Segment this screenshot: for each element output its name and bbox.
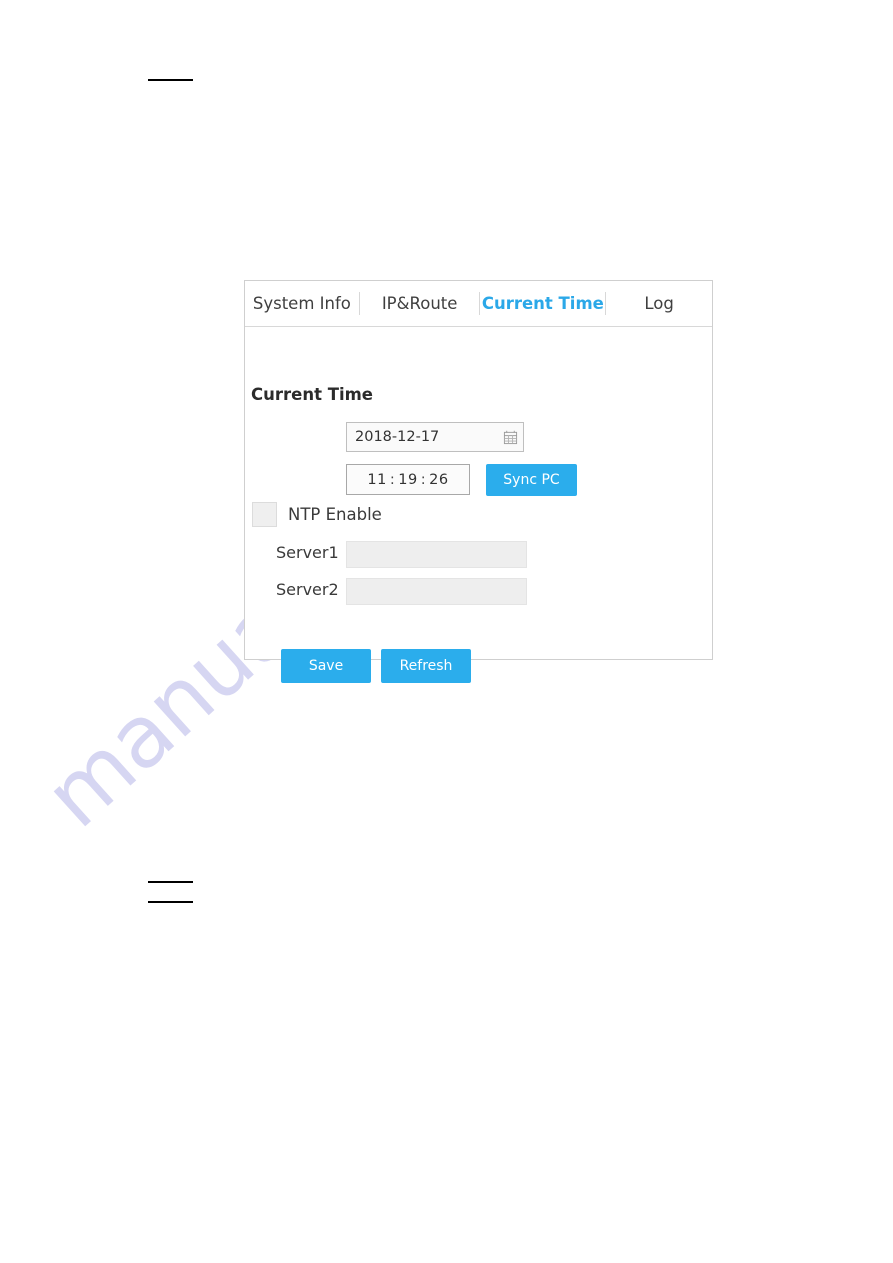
date-input-value: 2018-12-17 <box>355 429 440 445</box>
time-separator-2: : <box>420 471 427 488</box>
tab-current-time[interactable]: Current Time <box>480 281 605 326</box>
tab-log-label: Log <box>644 294 674 313</box>
server2-label: Server2 <box>276 580 339 599</box>
server2-input[interactable] <box>346 578 527 605</box>
current-time-panel: System Info IP&Route Current Time Log Cu… <box>244 280 713 683</box>
horizontal-rule-bottom-2 <box>148 901 193 903</box>
section-title: Current Time <box>251 385 373 404</box>
time-field[interactable]: 11:19:26 <box>346 464 470 495</box>
tab-bar: System Info IP&Route Current Time Log <box>245 281 712 327</box>
time-separator-1: : <box>389 471 396 488</box>
tab-system-info-label: System Info <box>252 294 351 313</box>
date-field[interactable]: 2018-12-17 <box>346 422 524 452</box>
time-hours: 11 <box>367 471 387 488</box>
ntp-enable-checkbox[interactable] <box>252 502 277 527</box>
tab-current-time-label: Current Time <box>481 294 604 313</box>
horizontal-rule-bottom-1 <box>148 881 193 883</box>
ntp-enable-label: NTP Enable <box>288 505 382 524</box>
tab-log[interactable]: Log <box>606 281 712 326</box>
time-seconds: 26 <box>429 471 449 488</box>
tab-ip-route-label: IP&Route <box>381 294 458 313</box>
panel-body: Current Time 2018-12-17 11:19:26 Sync PC… <box>245 327 712 683</box>
save-button[interactable]: Save <box>281 649 371 683</box>
horizontal-rule-top <box>148 79 193 81</box>
sync-pc-button[interactable]: Sync PC <box>486 464 577 496</box>
ntp-enable-row[interactable]: NTP Enable <box>252 502 382 527</box>
calendar-icon[interactable] <box>497 423 523 451</box>
refresh-button[interactable]: Refresh <box>381 649 471 683</box>
time-minutes: 19 <box>398 471 418 488</box>
server1-label: Server1 <box>276 543 339 562</box>
time-input-value: 11:19:26 <box>367 472 448 488</box>
tab-system-info[interactable]: System Info <box>245 281 359 326</box>
tab-ip-route[interactable]: IP&Route <box>360 281 480 326</box>
server1-input[interactable] <box>346 541 527 568</box>
